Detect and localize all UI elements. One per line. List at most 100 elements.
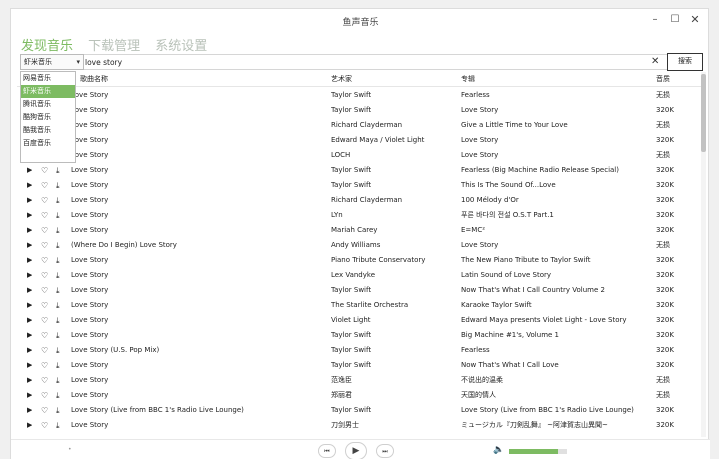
download-icon[interactable]: ⤓ xyxy=(56,163,60,178)
download-icon[interactable]: ⤓ xyxy=(56,268,60,283)
table-row[interactable]: ▶♡⤓Love StoryEdward Maya / Violet LightL… xyxy=(11,133,701,148)
table-row[interactable]: ▶♡⤓Love StoryRichard ClaydermanGive a Li… xyxy=(11,118,701,133)
header-artist[interactable]: 艺术家 xyxy=(331,72,352,86)
heart-icon[interactable]: ♡ xyxy=(41,373,48,388)
scrollbar[interactable] xyxy=(701,72,706,437)
download-icon[interactable]: ⤓ xyxy=(56,403,60,418)
table-row[interactable]: ▶ ♡ ⤓ Love Story Taylor Swift This Is The Sou… xyxy=(11,178,701,193)
heart-icon[interactable]: ♡ xyxy=(41,403,48,418)
download-icon[interactable]: ⤓ xyxy=(56,253,60,268)
table-row[interactable]: ▶ ♡ ⤓ Love Story Taylor Swift Now That's What… xyxy=(11,358,701,373)
download-icon[interactable]: ⤓ xyxy=(56,418,60,433)
download-icon[interactable]: ⤓ xyxy=(56,223,60,238)
play-icon[interactable]: ▶ xyxy=(27,268,32,283)
table-row[interactable]: ▶ ♡ ⤓ Love Story Violet Light Edward Maya pre… xyxy=(11,313,701,328)
next-button[interactable]: ⏭ xyxy=(376,444,394,458)
search-input[interactable]: love story xyxy=(77,54,671,70)
download-icon[interactable]: ⤓ xyxy=(56,388,60,403)
table-row[interactable]: ▶♡⤓Love StoryTaylor SwiftFearless无损 xyxy=(11,88,701,103)
heart-icon[interactable]: ♡ xyxy=(41,193,48,208)
header-album[interactable]: 专辑 xyxy=(461,72,475,86)
download-icon[interactable]: ⤓ xyxy=(56,373,60,388)
heart-icon[interactable]: ♡ xyxy=(41,163,48,178)
heart-icon[interactable]: ♡ xyxy=(41,208,48,223)
heart-icon[interactable]: ♡ xyxy=(41,313,48,328)
table-row[interactable]: ▶♡⤓Love StoryTaylor SwiftLove Story320K xyxy=(11,103,701,118)
download-icon[interactable]: ⤓ xyxy=(56,238,60,253)
table-row[interactable]: ▶ ♡ ⤓ Love Story Lex Vandyke Latin Sound of L… xyxy=(11,268,701,283)
source-select[interactable]: 虾米音乐 ▾ xyxy=(20,54,84,70)
minimize-icon[interactable]: – xyxy=(646,12,664,28)
dropdown-option[interactable]: 百度音乐 xyxy=(21,137,75,150)
download-icon[interactable]: ⤓ xyxy=(56,208,60,223)
play-icon[interactable]: ▶ xyxy=(27,283,32,298)
heart-icon[interactable]: ♡ xyxy=(41,388,48,403)
play-icon[interactable]: ▶ xyxy=(27,193,32,208)
heart-icon[interactable]: ♡ xyxy=(41,223,48,238)
play-icon[interactable]: ▶ xyxy=(27,343,32,358)
play-icon[interactable]: ▶ xyxy=(27,178,32,193)
table-row[interactable]: ▶ ♡ ⤓ Love Story 刀剑男士 ミュージカル『刀剣乱舞』 ~阿津賀志山異聞~ 3… xyxy=(11,418,701,433)
table-row[interactable]: ▶ ♡ ⤓ Love Story Taylor Swift Now That's What… xyxy=(11,283,701,298)
table-row[interactable]: ▶♡⤓Love StoryLOCHLove Story无损 xyxy=(11,148,701,163)
table-row[interactable]: ▶ ♡ ⤓ Love Story Piano Tribute Conservatory T… xyxy=(11,253,701,268)
play-icon[interactable]: ▶ xyxy=(27,373,32,388)
play-icon[interactable]: ▶ xyxy=(27,238,32,253)
header-quality[interactable]: 音质 xyxy=(656,72,670,86)
play-icon[interactable]: ▶ xyxy=(27,223,32,238)
play-icon[interactable]: ▶ xyxy=(27,403,32,418)
table-row[interactable]: ▶ ♡ ⤓ Love Story Mariah Carey E=MC² 320K xyxy=(11,223,701,238)
table-row[interactable]: ▶ ♡ ⤓ Love Story (U.S. Pop Mix) Taylor Swift… xyxy=(11,343,701,358)
play-icon[interactable]: ▶ xyxy=(27,313,32,328)
download-icon[interactable]: ⤓ xyxy=(56,283,60,298)
header-title[interactable]: 歌曲名称 xyxy=(80,72,108,86)
previous-button[interactable]: ⏮ xyxy=(318,444,336,458)
close-icon[interactable]: ✕ xyxy=(686,12,704,28)
play-icon[interactable]: ▶ xyxy=(27,163,32,178)
heart-icon[interactable]: ♡ xyxy=(41,268,48,283)
table-row[interactable]: ▶ ♡ ⤓ Love Story LYn 푸른 바다의 전설 O.S.T Part.1 32… xyxy=(11,208,701,223)
play-icon[interactable]: ▶ xyxy=(27,358,32,373)
download-icon[interactable]: ⤓ xyxy=(56,178,60,193)
table-row[interactable]: ▶ ♡ ⤓ Love Story 郑丽君 天国的情人 无损 xyxy=(11,388,701,403)
clear-search-button[interactable]: ✕ xyxy=(651,54,659,70)
heart-icon[interactable]: ♡ xyxy=(41,178,48,193)
heart-icon[interactable]: ♡ xyxy=(41,328,48,343)
download-icon[interactable]: ⤓ xyxy=(56,343,60,358)
dropdown-option[interactable]: 酷狗音乐 xyxy=(21,111,75,124)
maximize-icon[interactable]: ☐ xyxy=(666,12,684,28)
table-row[interactable]: ▶ ♡ ⤓ (Where Do I Begin) Love Story Andy Wil… xyxy=(11,238,701,253)
tab-settings[interactable]: 系统设置 xyxy=(155,35,207,54)
scrollbar-thumb[interactable] xyxy=(701,74,706,152)
search-button[interactable]: 搜索 xyxy=(667,53,703,71)
download-icon[interactable]: ⤓ xyxy=(56,298,60,313)
table-row[interactable]: ▶ ♡ ⤓ Love Story Taylor Swift Fearless (Big M… xyxy=(11,163,701,178)
download-icon[interactable]: ⤓ xyxy=(56,328,60,343)
table-row[interactable]: ▶ ♡ ⤓ Love Story Richard Clayderman 100 Mélod… xyxy=(11,193,701,208)
table-row[interactable]: ▶ ♡ ⤓ Love Story Taylor Swift Big Machine #1'… xyxy=(11,328,701,343)
dropdown-option[interactable]: 网易音乐 xyxy=(21,72,75,85)
download-icon[interactable]: ⤓ xyxy=(56,358,60,373)
play-icon[interactable]: ▶ xyxy=(27,208,32,223)
heart-icon[interactable]: ♡ xyxy=(41,358,48,373)
dropdown-option[interactable]: 酷我音乐 xyxy=(21,124,75,137)
volume-slider[interactable] xyxy=(509,449,567,454)
tab-discover[interactable]: 发现音乐 xyxy=(21,35,73,54)
table-row[interactable]: ▶ ♡ ⤓ Love Story The Starlite Orchestra Karao… xyxy=(11,298,701,313)
heart-icon[interactable]: ♡ xyxy=(41,283,48,298)
download-icon[interactable]: ⤓ xyxy=(56,313,60,328)
heart-icon[interactable]: ♡ xyxy=(41,238,48,253)
heart-icon[interactable]: ♡ xyxy=(41,418,48,433)
play-icon[interactable]: ▶ xyxy=(27,418,32,433)
table-row[interactable]: ▶ ♡ ⤓ Love Story (Live from BBC 1's Radio L… xyxy=(11,403,701,418)
play-button[interactable]: ▶ xyxy=(345,442,367,459)
heart-icon[interactable]: ♡ xyxy=(41,298,48,313)
dropdown-option-selected[interactable]: 虾米音乐 xyxy=(21,85,75,98)
download-icon[interactable]: ⤓ xyxy=(56,193,60,208)
play-icon[interactable]: ▶ xyxy=(27,328,32,343)
play-icon[interactable]: ▶ xyxy=(27,388,32,403)
play-icon[interactable]: ▶ xyxy=(27,298,32,313)
heart-icon[interactable]: ♡ xyxy=(41,253,48,268)
dropdown-option[interactable]: 腾讯音乐 xyxy=(21,98,75,111)
play-icon[interactable]: ▶ xyxy=(27,253,32,268)
